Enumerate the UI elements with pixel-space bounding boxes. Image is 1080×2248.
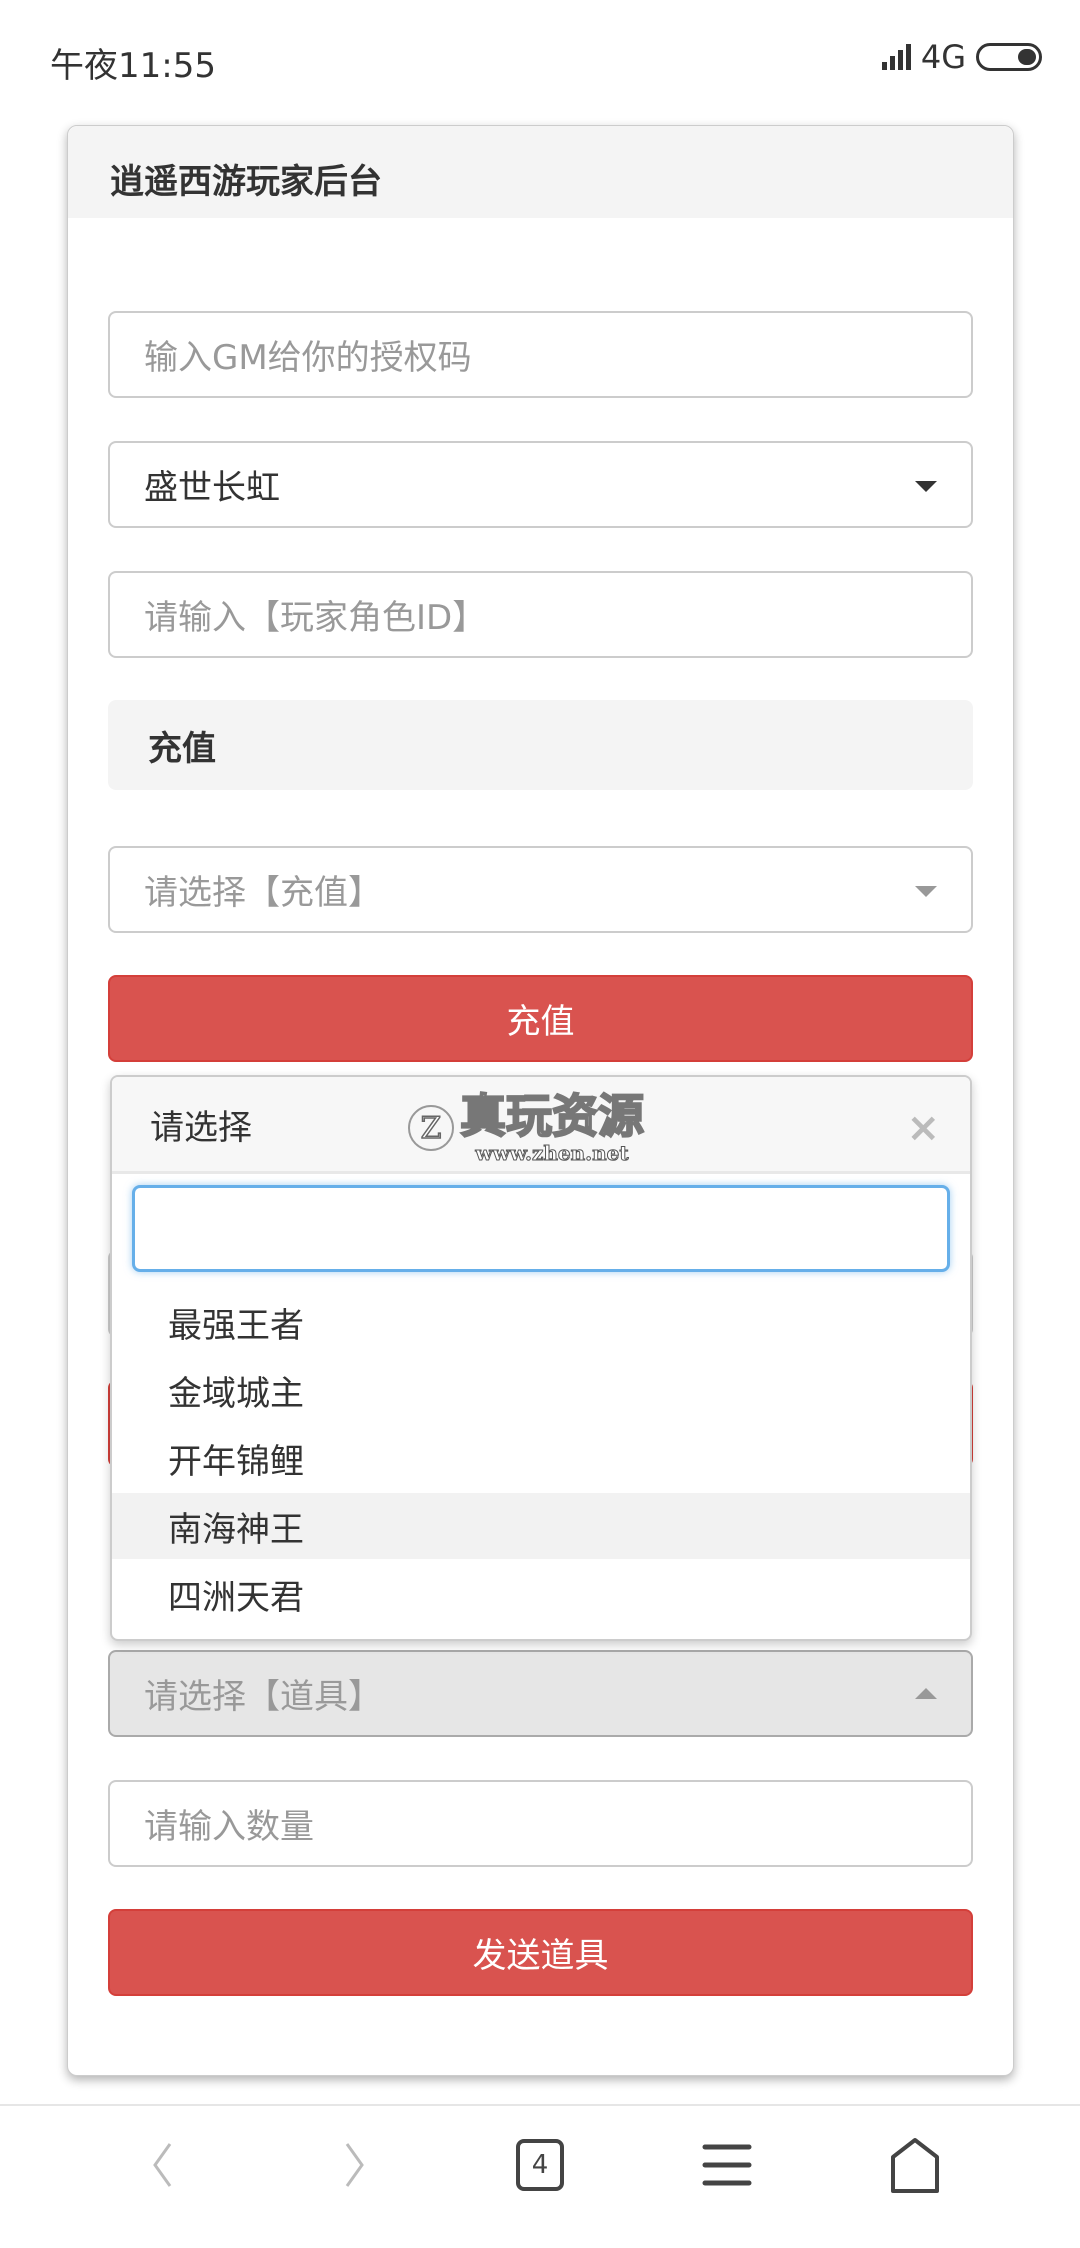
close-icon[interactable]: ×	[906, 1105, 940, 1151]
dropdown-option[interactable]: 开年锦鲤	[112, 1425, 970, 1491]
card-title: 逍遥西游玩家后台	[68, 126, 1013, 218]
quantity-input[interactable]: 请输入数量	[108, 1780, 973, 1867]
forward-icon[interactable]	[312, 2125, 392, 2205]
role-id-input[interactable]: 请输入【玩家角色ID】	[108, 571, 973, 658]
dropdown-option[interactable]: 最强王者	[112, 1289, 970, 1355]
nav-divider	[0, 2104, 1080, 2106]
signal-icon	[881, 44, 911, 70]
caret-down-icon	[915, 481, 937, 492]
recharge-button[interactable]: 充值	[108, 975, 973, 1062]
dropdown-title: 请选择	[150, 1107, 252, 1148]
watermark-logo: Z 真玩资源 www.zhen.net	[408, 1090, 645, 1166]
tabs-count: 4	[516, 2139, 564, 2191]
menu-icon[interactable]	[687, 2125, 767, 2205]
status-time: 午夜11:55	[50, 46, 216, 86]
tabs-icon[interactable]: 4	[500, 2125, 580, 2205]
auth-code-input[interactable]: 输入GM给你的授权码	[108, 311, 973, 398]
select-dropdown: 请选择 Z 真玩资源 www.zhen.net × 最强王者 金域城主 开年锦鲤 …	[110, 1075, 972, 1641]
recharge-section-header: 充值	[108, 700, 973, 790]
back-icon[interactable]	[125, 2125, 205, 2205]
recharge-select[interactable]: 请选择【充值】	[108, 846, 973, 933]
dropdown-option[interactable]: 四洲天君	[112, 1561, 970, 1627]
item-select[interactable]: 请选择【道具】	[108, 1650, 973, 1737]
dropdown-option[interactable]: 金域城主	[112, 1357, 970, 1423]
status-icons: 4G	[881, 38, 1042, 76]
recharge-select-placeholder: 请选择【充值】	[144, 873, 382, 913]
server-select-value: 盛世长虹	[144, 468, 280, 508]
caret-up-icon	[915, 1688, 937, 1699]
send-item-button[interactable]: 发送道具	[108, 1909, 973, 1996]
dropdown-search-input[interactable]	[132, 1185, 950, 1272]
dropdown-option-highlighted[interactable]: 南海神王	[112, 1493, 970, 1559]
server-select[interactable]: 盛世长虹	[108, 441, 973, 528]
network-type: 4G	[920, 38, 966, 76]
home-icon[interactable]	[875, 2125, 955, 2205]
battery-icon	[976, 43, 1042, 71]
item-select-placeholder: 请选择【道具】	[144, 1677, 382, 1717]
watermark-z-icon: Z	[408, 1105, 454, 1151]
caret-down-icon	[915, 886, 937, 897]
